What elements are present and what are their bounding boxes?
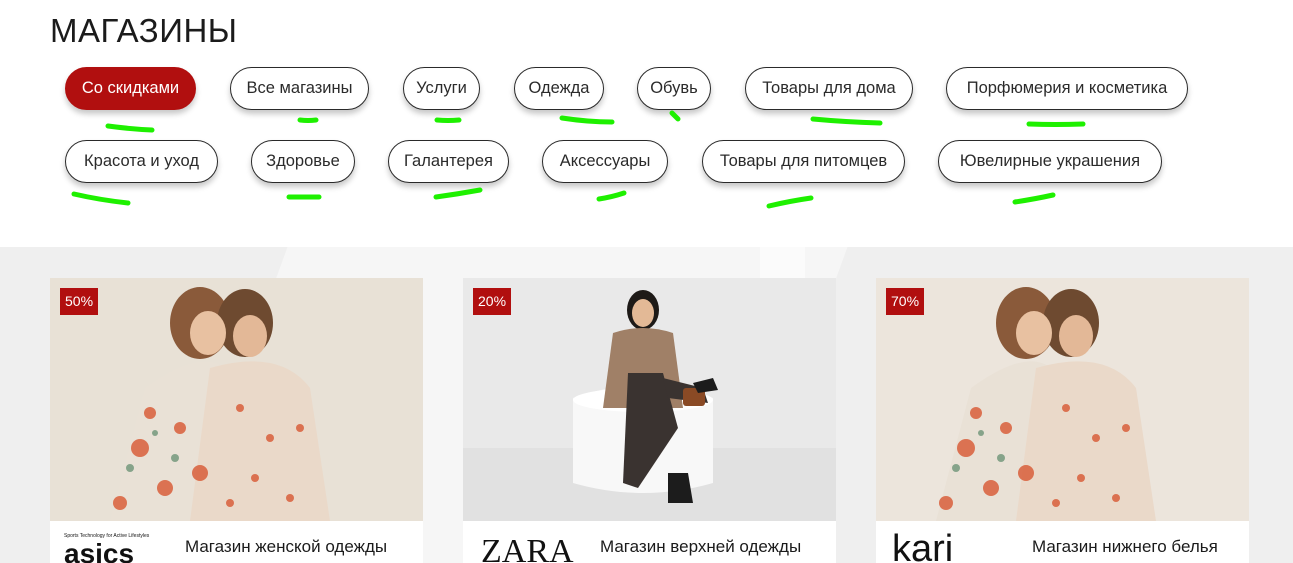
store-photo — [876, 278, 1249, 521]
store-photo — [463, 278, 836, 521]
store-photo — [50, 278, 423, 521]
svg-text:ZARA: ZARA — [481, 533, 574, 563]
kari-logo-icon: kari — [892, 528, 992, 563]
discount-badge: 70% — [886, 288, 925, 315]
svg-text:kari: kari — [892, 529, 953, 563]
store-card-asics[interactable]: 50% Sports Technology for Active Lifesty… — [50, 278, 423, 563]
store-description: Магазин женской одежды — [185, 537, 388, 556]
store-description: Магазин верхней одежды — [600, 537, 802, 556]
store-card-kari[interactable]: 70% kari Магазин нижнего белья — [876, 278, 1249, 563]
discount-badge: 20% — [473, 288, 512, 315]
annotation-markers — [71, 110, 1086, 209]
store-description: Магазин нижнего белья — [1032, 537, 1218, 556]
discount-badge: 50% — [60, 288, 99, 315]
zara-logo-icon: ZARA — [481, 531, 581, 563]
svg-text:asics: asics — [64, 539, 134, 563]
store-card-zara[interactable]: 20% ZARA Магазин верхней одежды — [463, 278, 836, 563]
asics-logo-icon: Sports Technology for Active Lifestyles … — [64, 533, 164, 563]
